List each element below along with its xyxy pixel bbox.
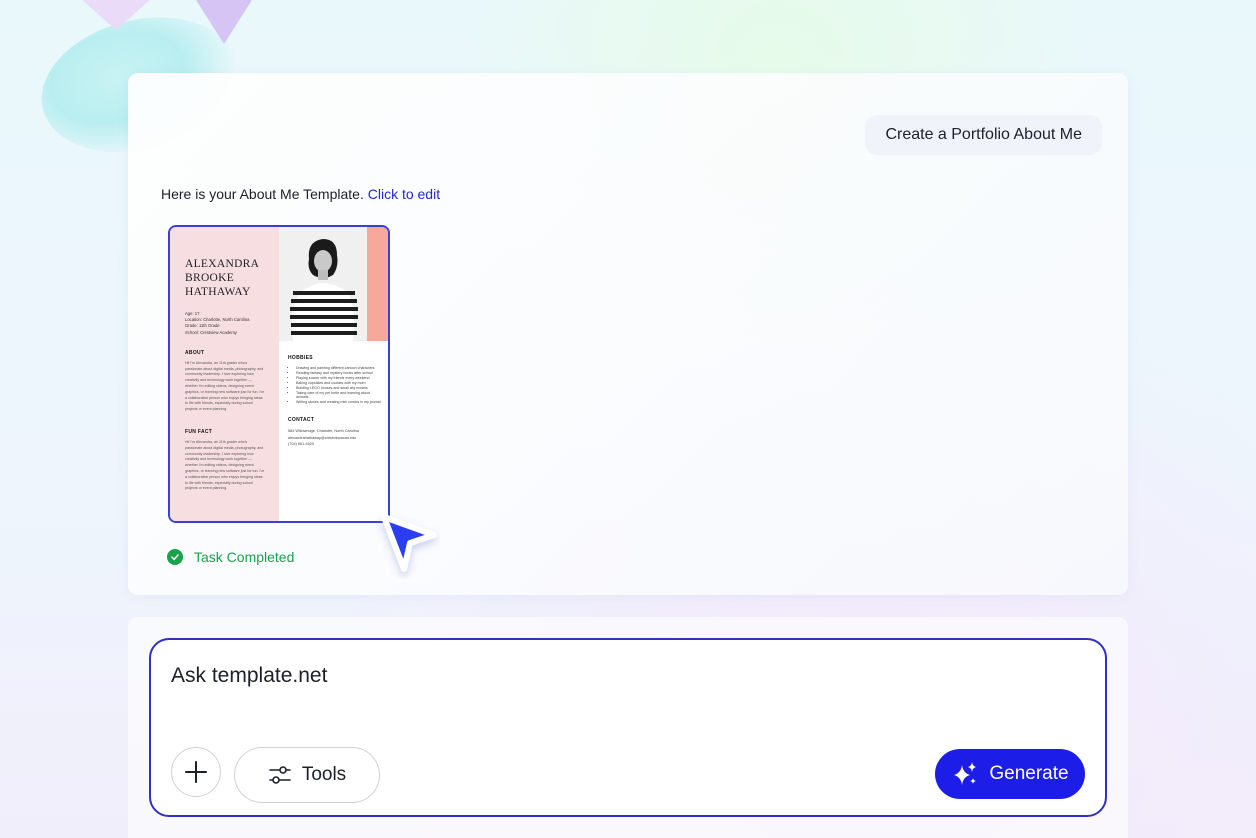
sliders-icon <box>269 766 291 784</box>
template-name-line: BROOKE <box>185 272 235 284</box>
hobby-item: Playing soccer with my friends every wee… <box>296 376 382 381</box>
template-info: Age: 17 Location: Charlotte, North Carol… <box>185 311 265 336</box>
template-right-column: HOBBIES Drawing and painting different c… <box>279 227 388 521</box>
template-name-line: ALEXANDRA <box>185 258 260 270</box>
decorative-triangle <box>82 0 150 30</box>
tools-label: Tools <box>301 764 347 785</box>
template-funfact-text: Hi! I'm Alexandra, an 11th grader who's … <box>185 439 265 491</box>
template-contact-heading: CONTACT <box>288 417 315 424</box>
chat-panel: Create a Portfolio About Me Here is your… <box>128 73 1128 595</box>
template-about-text: Hi! I'm Alexandra, an 11th grader who's … <box>185 360 265 412</box>
task-status: Task Completed <box>167 549 294 565</box>
template-portrait-photo <box>279 227 367 341</box>
hobby-item: Taking care of my pet turtle and learnin… <box>296 391 382 401</box>
template-right-content: HOBBIES Drawing and painting different c… <box>288 349 382 448</box>
generate-label: Generate <box>989 763 1069 784</box>
check-circle-icon <box>167 549 183 565</box>
cursor-arrow-icon <box>381 514 437 572</box>
template-contact: 584 Willowridge, Charlotte, North Caroli… <box>288 428 382 448</box>
assistant-intro: Here is your About Me Template. Click to… <box>161 186 440 202</box>
template-name: ALEXANDRA BROOKE HATHAWAY <box>185 257 265 299</box>
template-hobbies-heading: HOBBIES <box>288 355 313 361</box>
template-hobbies-list: Drawing and painting different cartoon c… <box>288 366 382 405</box>
template-info-line: School: Crestview Academy <box>185 329 237 335</box>
template-preview-card[interactable]: ALEXANDRA BROOKE HATHAWAY Age: 17 Locati… <box>168 225 390 523</box>
decorative-triangle <box>196 0 252 44</box>
composer-area: Tools Generate <box>128 617 1128 838</box>
template-accent-bar <box>367 227 388 341</box>
plus-icon <box>185 761 207 783</box>
template-about-heading: ABOUT <box>185 349 205 356</box>
add-button[interactable] <box>171 747 221 797</box>
template-funfact-heading: FUN FACT <box>185 428 213 435</box>
composer: Tools Generate <box>149 638 1107 817</box>
template-left-column: ALEXANDRA BROOKE HATHAWAY Age: 17 Locati… <box>170 227 279 521</box>
tools-button[interactable]: Tools <box>234 747 380 803</box>
task-status-text: Task Completed <box>194 549 295 565</box>
user-message: Create a Portfolio About Me <box>865 115 1102 155</box>
prompt-input[interactable] <box>171 664 1071 688</box>
click-to-edit-link[interactable]: Click to edit <box>368 186 440 202</box>
sparkles-icon <box>954 762 977 785</box>
generate-button[interactable]: Generate <box>935 749 1085 799</box>
contact-line: (704) 661-4520 <box>288 442 314 447</box>
template-name-line: HATHAWAY <box>185 286 251 298</box>
hobby-item: Writing stories and creating mini comics… <box>296 400 382 405</box>
assistant-intro-text: Here is your About Me Template. <box>161 186 364 202</box>
